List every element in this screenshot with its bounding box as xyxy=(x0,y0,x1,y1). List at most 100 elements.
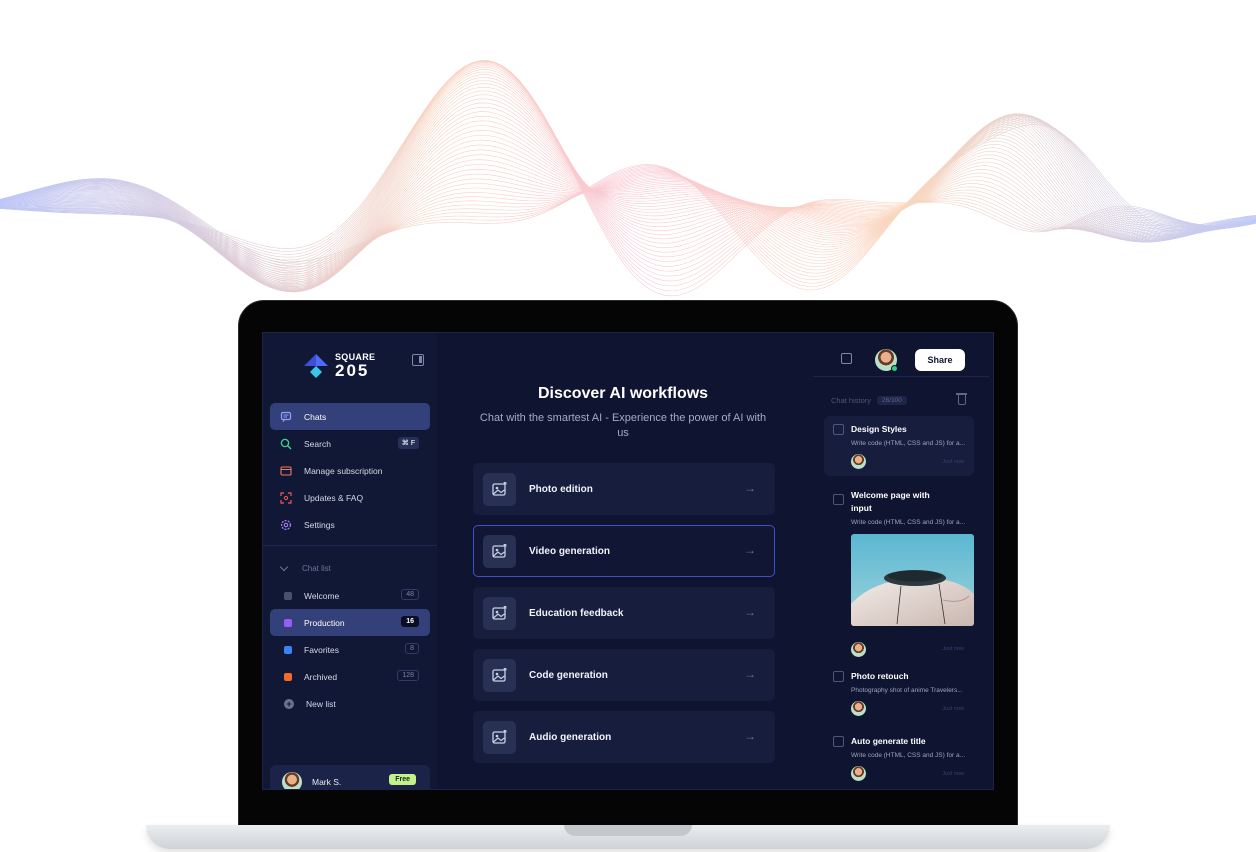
sidebar-item-updates-faq[interactable]: Updates & FAQ xyxy=(270,484,430,511)
wave-line xyxy=(0,102,1256,289)
chat-history-panel: Share Chat history 26/100 Design Styles … xyxy=(813,339,989,789)
chat-title: Welcome page with input xyxy=(851,490,930,513)
avatar xyxy=(851,701,866,716)
workflow-education-feedback[interactable]: Education feedback → xyxy=(473,587,775,639)
search-icon xyxy=(280,438,292,450)
chat-thumbnail-image[interactable] xyxy=(851,534,974,626)
sidebar-collapse-icon[interactable] xyxy=(412,354,424,366)
wave-line xyxy=(0,118,1256,281)
image-edit-icon xyxy=(483,534,516,568)
stage: SQUARE 205 Chats Search ⌘ F Manage subsc… xyxy=(0,0,1256,852)
workflow-label: Video generation xyxy=(529,545,610,557)
list-item-label: Production xyxy=(304,617,345,628)
sidebar-item-label: Manage subscription xyxy=(304,465,383,476)
wave-line xyxy=(0,87,1256,283)
chat-description: Write code (HTML, CSS and JS) for a... xyxy=(851,440,966,447)
chat-checkbox[interactable] xyxy=(833,494,844,505)
list-count-badge: 128 xyxy=(397,670,419,681)
workflow-photo-edition[interactable]: Photo edition → xyxy=(473,463,775,515)
search-shortcut-badge: ⌘ F xyxy=(397,437,419,449)
chat-timestamp: Just now xyxy=(942,771,964,777)
color-swatch xyxy=(284,618,292,627)
chat-checkbox[interactable] xyxy=(833,736,844,747)
chat-timestamp: Just now xyxy=(942,646,964,652)
list-item-label: Favorites xyxy=(304,644,339,655)
chat-checkbox[interactable] xyxy=(833,424,844,435)
list-item-welcome[interactable]: Welcome 48 xyxy=(270,582,430,609)
sidebar-item-search[interactable]: Search ⌘ F xyxy=(270,430,430,457)
wave-line xyxy=(0,69,1256,271)
chevron-down-icon xyxy=(279,562,289,572)
image-edit-icon xyxy=(483,658,516,692)
plan-badge: Free xyxy=(389,774,416,785)
color-swatch xyxy=(284,645,292,654)
new-note-icon[interactable] xyxy=(841,353,852,364)
chat-history-item[interactable]: Auto generate title Write code (HTML, CS… xyxy=(824,728,974,784)
sidebar-item-manage-subscription[interactable]: Manage subscription xyxy=(270,457,430,484)
brand-logo[interactable]: SQUARE 205 xyxy=(303,353,375,379)
chat-history-label: Chat history xyxy=(831,396,872,405)
chat-icon xyxy=(280,411,292,423)
arrow-right-icon: → xyxy=(744,543,756,557)
header-avatar[interactable] xyxy=(875,349,898,372)
page-subtitle: Chat with the smartest AI - Experience t… xyxy=(479,412,767,439)
new-list-button[interactable]: + New list xyxy=(270,690,430,717)
workflow-audio-generation[interactable]: Audio generation → xyxy=(473,711,775,763)
workflow-video-generation[interactable]: Video generation → xyxy=(473,525,775,577)
sidebar-item-label: Updates & FAQ xyxy=(304,492,364,503)
page-title: Discover AI workflows xyxy=(537,385,709,402)
list-item-archived[interactable]: Archived 128 xyxy=(270,663,430,690)
laptop-base xyxy=(146,825,1110,849)
workflow-list: Photo edition → Video generation → Educa… xyxy=(473,463,775,773)
chat-list-label: Chat list xyxy=(302,564,331,573)
image-edit-icon xyxy=(483,472,516,506)
arrow-right-icon: → xyxy=(744,481,756,495)
list-count-badge: 16 xyxy=(401,616,419,627)
trash-icon[interactable] xyxy=(956,393,967,405)
user-card[interactable]: Mark S. Free xyxy=(270,765,430,789)
wave-line xyxy=(0,61,1256,282)
color-swatch xyxy=(284,672,292,681)
chat-checkbox[interactable] xyxy=(833,671,844,682)
list-item-production[interactable]: Production 16 xyxy=(270,609,430,636)
chat-description: Write code (HTML, CSS and JS) for a... xyxy=(851,519,966,526)
wave-line xyxy=(0,60,1256,297)
image-edit-icon xyxy=(483,596,516,630)
chat-description: Write code (HTML, CSS and JS) for a... xyxy=(851,752,966,759)
sidebar-item-label: Search xyxy=(304,438,331,449)
online-status-dot xyxy=(891,365,898,372)
workflow-label: Code generation xyxy=(529,669,608,681)
workflow-code-generation[interactable]: Code generation → xyxy=(473,649,775,701)
sidebar-item-settings[interactable]: Settings xyxy=(270,511,430,538)
avatar xyxy=(851,766,866,781)
arrow-right-icon: → xyxy=(744,605,756,619)
chat-history-item[interactable]: Photo retouch Photography shot of anime … xyxy=(824,663,974,719)
chat-timestamp: Just now xyxy=(942,706,964,712)
chat-lists: Chat list Welcome 48 Production 16 Favor… xyxy=(270,555,430,717)
sidebar-item-label: Chats xyxy=(304,411,327,422)
plus-icon: + xyxy=(284,698,294,709)
chat-history-item[interactable]: Design Styles Write code (HTML, CSS and … xyxy=(824,416,974,476)
chat-history-item[interactable]: Welcome page with input Write code (HTML… xyxy=(824,481,974,657)
sidebar-nav: Chats Search ⌘ F Manage subscription Upd… xyxy=(270,403,430,538)
arrow-right-icon: → xyxy=(744,729,756,743)
chat-description: Photography shot of anime Travelers... xyxy=(851,687,963,694)
decorative-waves xyxy=(0,60,1256,297)
arrow-right-icon: → xyxy=(744,667,756,681)
logo-icon xyxy=(304,354,328,378)
list-count-badge: 48 xyxy=(401,589,419,600)
avatar xyxy=(851,454,866,469)
main-panel: Discover AI workflows Chat with the smar… xyxy=(437,339,809,789)
list-count-badge: 8 xyxy=(405,643,419,654)
wave-line xyxy=(0,120,1256,284)
history-count-badge: 26/100 xyxy=(877,396,907,405)
chat-timestamp: Just now xyxy=(942,459,964,465)
card-icon xyxy=(280,465,292,477)
sidebar-item-chats[interactable]: Chats xyxy=(270,403,430,430)
chat-list-toggle[interactable]: Chat list xyxy=(270,555,430,582)
sidebar-divider xyxy=(263,545,437,546)
avatar xyxy=(851,642,866,657)
share-button[interactable]: Share xyxy=(915,349,965,371)
panel-header: Share xyxy=(813,339,989,377)
list-item-favorites[interactable]: Favorites 8 xyxy=(270,636,430,663)
